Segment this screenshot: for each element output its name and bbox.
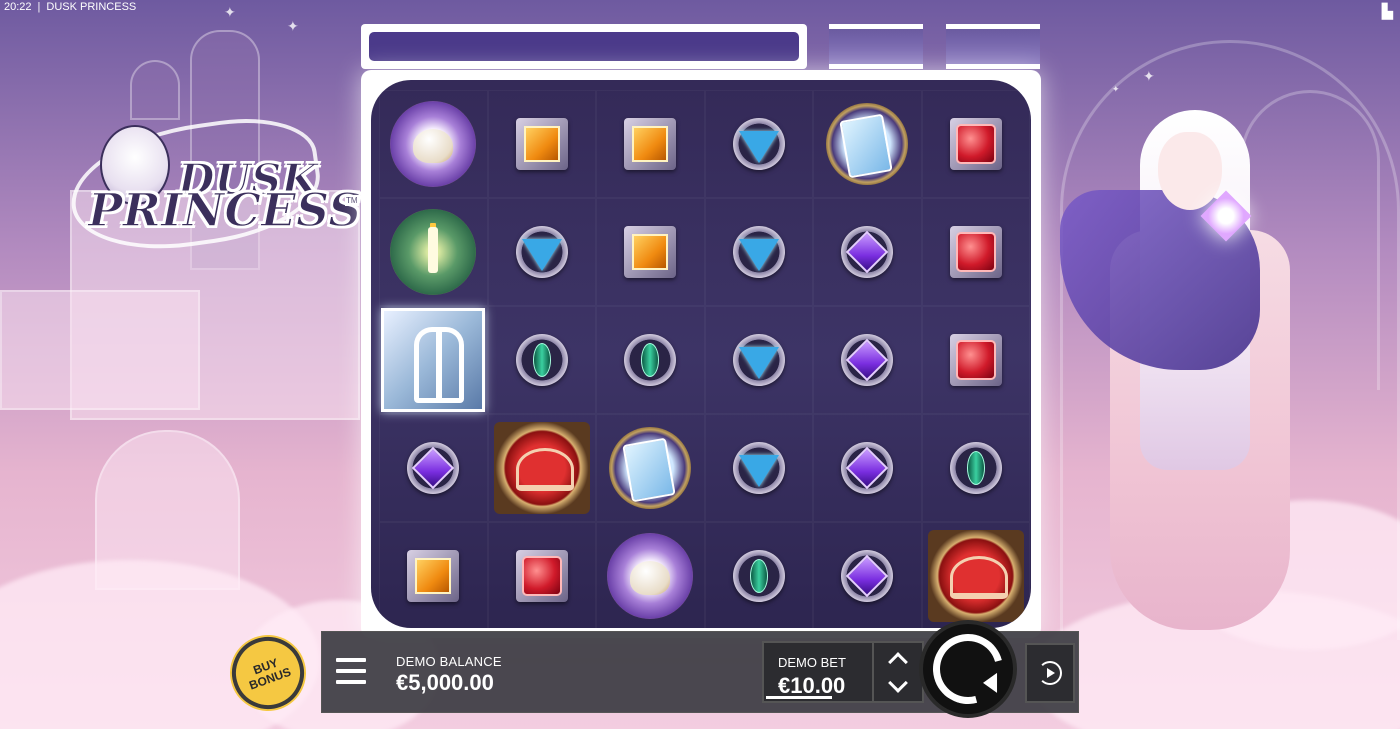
reel-cell: [379, 306, 488, 414]
bet-stepper: [874, 641, 924, 703]
top-info-box: [829, 24, 923, 69]
status-bar: 20:22 | DUSK PRINCESS: [4, 1, 136, 13]
reel-cell: [487, 306, 596, 414]
autoplay-icon: [1038, 661, 1062, 685]
green-gem-symbol-icon: [624, 334, 677, 386]
reel-cell: [704, 90, 813, 198]
reel-cell: [379, 198, 488, 306]
reel-cell: [596, 522, 705, 628]
princess-face: [1158, 132, 1222, 210]
fullscreen-icon[interactable]: ▙: [1382, 3, 1394, 21]
reel-cell: [379, 522, 488, 628]
castle-wall: [0, 290, 200, 410]
bet-display[interactable]: DEMO BET €10.00: [762, 641, 874, 703]
princess-character: [1040, 110, 1330, 630]
star-icon: ✦: [224, 4, 236, 20]
top-progress-bar-fill: [369, 32, 799, 61]
reel-cell: [921, 198, 1030, 306]
reel-cell: [379, 414, 488, 522]
reel-cell: [921, 414, 1030, 522]
reel-cell: [921, 522, 1030, 628]
red-gem-symbol-icon: [515, 550, 568, 602]
balance-value: €5,000.00: [396, 670, 494, 695]
teapot-symbol-icon: [390, 101, 477, 187]
blue-gem-symbol-icon: [732, 118, 785, 170]
red-gem-symbol-icon: [949, 118, 1002, 170]
star-icon: ✦: [287, 18, 299, 34]
status-time: 20:22: [4, 1, 32, 13]
reel-cell: [704, 522, 813, 628]
reel-cell: [596, 90, 705, 198]
reel-cell: [596, 198, 705, 306]
blue-gem-symbol-icon: [515, 226, 568, 278]
reel-cell: [596, 414, 705, 522]
top-info-box: [946, 24, 1040, 69]
green-gem-symbol-icon: [515, 334, 568, 386]
bet-level-bar: [766, 696, 832, 699]
chevron-down-icon[interactable]: [888, 672, 908, 693]
teapot-symbol-icon: [607, 533, 694, 619]
hamburger-menu-icon[interactable]: [336, 658, 366, 684]
blue-gem-symbol-icon: [732, 334, 785, 386]
top-progress-bar: [361, 24, 807, 69]
reel-frame: [361, 70, 1041, 638]
orange-gem-symbol-icon: [515, 118, 568, 170]
status-separator: |: [37, 1, 41, 13]
balance-display: DEMO BALANCE €5,000.00: [396, 654, 502, 696]
reel-cell: [487, 198, 596, 306]
reel-cell: [813, 90, 922, 198]
reel-cell: [921, 306, 1030, 414]
bet-label: DEMO BET: [778, 655, 846, 670]
reel-cell: [704, 414, 813, 522]
reel-cell: [704, 306, 813, 414]
reel-cell: [813, 198, 922, 306]
orange-gem-symbol-icon: [407, 550, 460, 602]
reel-cell: [921, 90, 1030, 198]
castle-tower: [130, 60, 180, 120]
purple-gem-symbol-icon: [841, 226, 894, 278]
star-icon: ✦: [1112, 84, 1120, 94]
spin-button[interactable]: [919, 620, 1017, 718]
reel-cell: [704, 198, 813, 306]
reel-grid: [379, 90, 1030, 628]
logo-line2: PRINCESS: [87, 182, 362, 238]
reel-cell: [813, 414, 922, 522]
reel-cell: [379, 90, 488, 198]
orange-gem-symbol-icon: [624, 118, 677, 170]
autoplay-button[interactable]: [1025, 643, 1075, 703]
reel-cell: [487, 90, 596, 198]
red-gem-symbol-icon: [949, 334, 1002, 386]
green-gem-symbol-icon: [949, 442, 1002, 494]
purple-gem-symbol-icon: [841, 550, 894, 602]
cards-symbol-icon: [826, 103, 909, 185]
balance-label: DEMO BALANCE: [396, 654, 502, 669]
green-gem-symbol-icon: [732, 550, 785, 602]
candle-symbol-icon: [390, 209, 477, 295]
red-gem-symbol-icon: [949, 226, 1002, 278]
reel-cell: [596, 306, 705, 414]
logo-trademark: TM: [345, 195, 359, 206]
reel-cell: [487, 414, 596, 522]
purple-gem-symbol-icon: [841, 334, 894, 386]
status-game-title: DUSK PRINCESS: [46, 1, 137, 13]
reel-cell: [813, 522, 922, 628]
game-logo: DUSK PRINCESS TM: [60, 108, 362, 262]
blue-gem-symbol-icon: [732, 442, 785, 494]
crown-symbol-icon: [493, 422, 590, 514]
control-bar: DEMO BALANCE €5,000.00 DEMO BET €10.00: [321, 620, 1079, 718]
spin-icon: [920, 621, 1016, 717]
scatter-symbol-icon: [381, 308, 486, 412]
cards-symbol-icon: [609, 427, 692, 509]
chevron-up-icon[interactable]: [888, 651, 908, 672]
reel-cell: [813, 306, 922, 414]
reel-cell: [487, 522, 596, 628]
reel-area: [371, 80, 1031, 628]
crown-symbol-icon: [927, 530, 1024, 622]
star-icon: ✦: [1143, 68, 1155, 84]
purple-gem-symbol-icon: [407, 442, 460, 494]
orange-gem-symbol-icon: [624, 226, 677, 278]
blue-gem-symbol-icon: [732, 226, 785, 278]
purple-gem-symbol-icon: [841, 442, 894, 494]
